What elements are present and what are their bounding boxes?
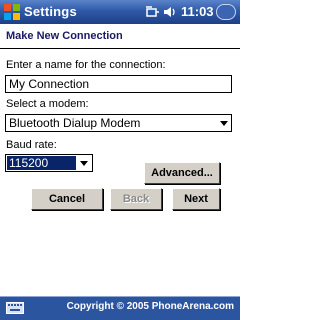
next-button[interactable]: Next <box>172 188 220 210</box>
start-menu-icon[interactable] <box>3 3 21 21</box>
back-button[interactable]: Back <box>110 188 162 210</box>
modem-select[interactable]: Bluetooth Dialup Modem <box>5 114 232 132</box>
connection-name-input[interactable]: My Connection <box>5 75 232 93</box>
app-title: Settings <box>24 4 77 19</box>
cancel-button[interactable]: Cancel <box>31 188 103 210</box>
advanced-button[interactable]: Advanced... <box>144 162 220 184</box>
connection-name-label: Enter a name for the connection: <box>6 59 166 71</box>
header-divider <box>0 48 240 49</box>
baud-rate-value: 115200 <box>7 156 76 170</box>
copyright-watermark: Copyright © 2005 PhoneArena.com <box>66 301 234 312</box>
clock[interactable]: 11:03 <box>181 4 214 19</box>
modem-select-value: Bluetooth Dialup Modem <box>9 116 141 130</box>
baud-rate-select[interactable]: 115200 <box>5 154 93 172</box>
page-title: Make New Connection <box>6 30 123 42</box>
modem-label: Select a modem: <box>6 98 89 110</box>
chevron-down-icon[interactable] <box>80 161 88 166</box>
chevron-down-icon[interactable] <box>220 121 228 126</box>
speaker-icon[interactable] <box>163 5 177 19</box>
ok-button[interactable] <box>216 4 236 20</box>
connectivity-icon[interactable] <box>146 6 160 18</box>
baud-rate-label: Baud rate: <box>6 139 57 151</box>
title-bar: Settings 11:03 <box>0 0 240 24</box>
